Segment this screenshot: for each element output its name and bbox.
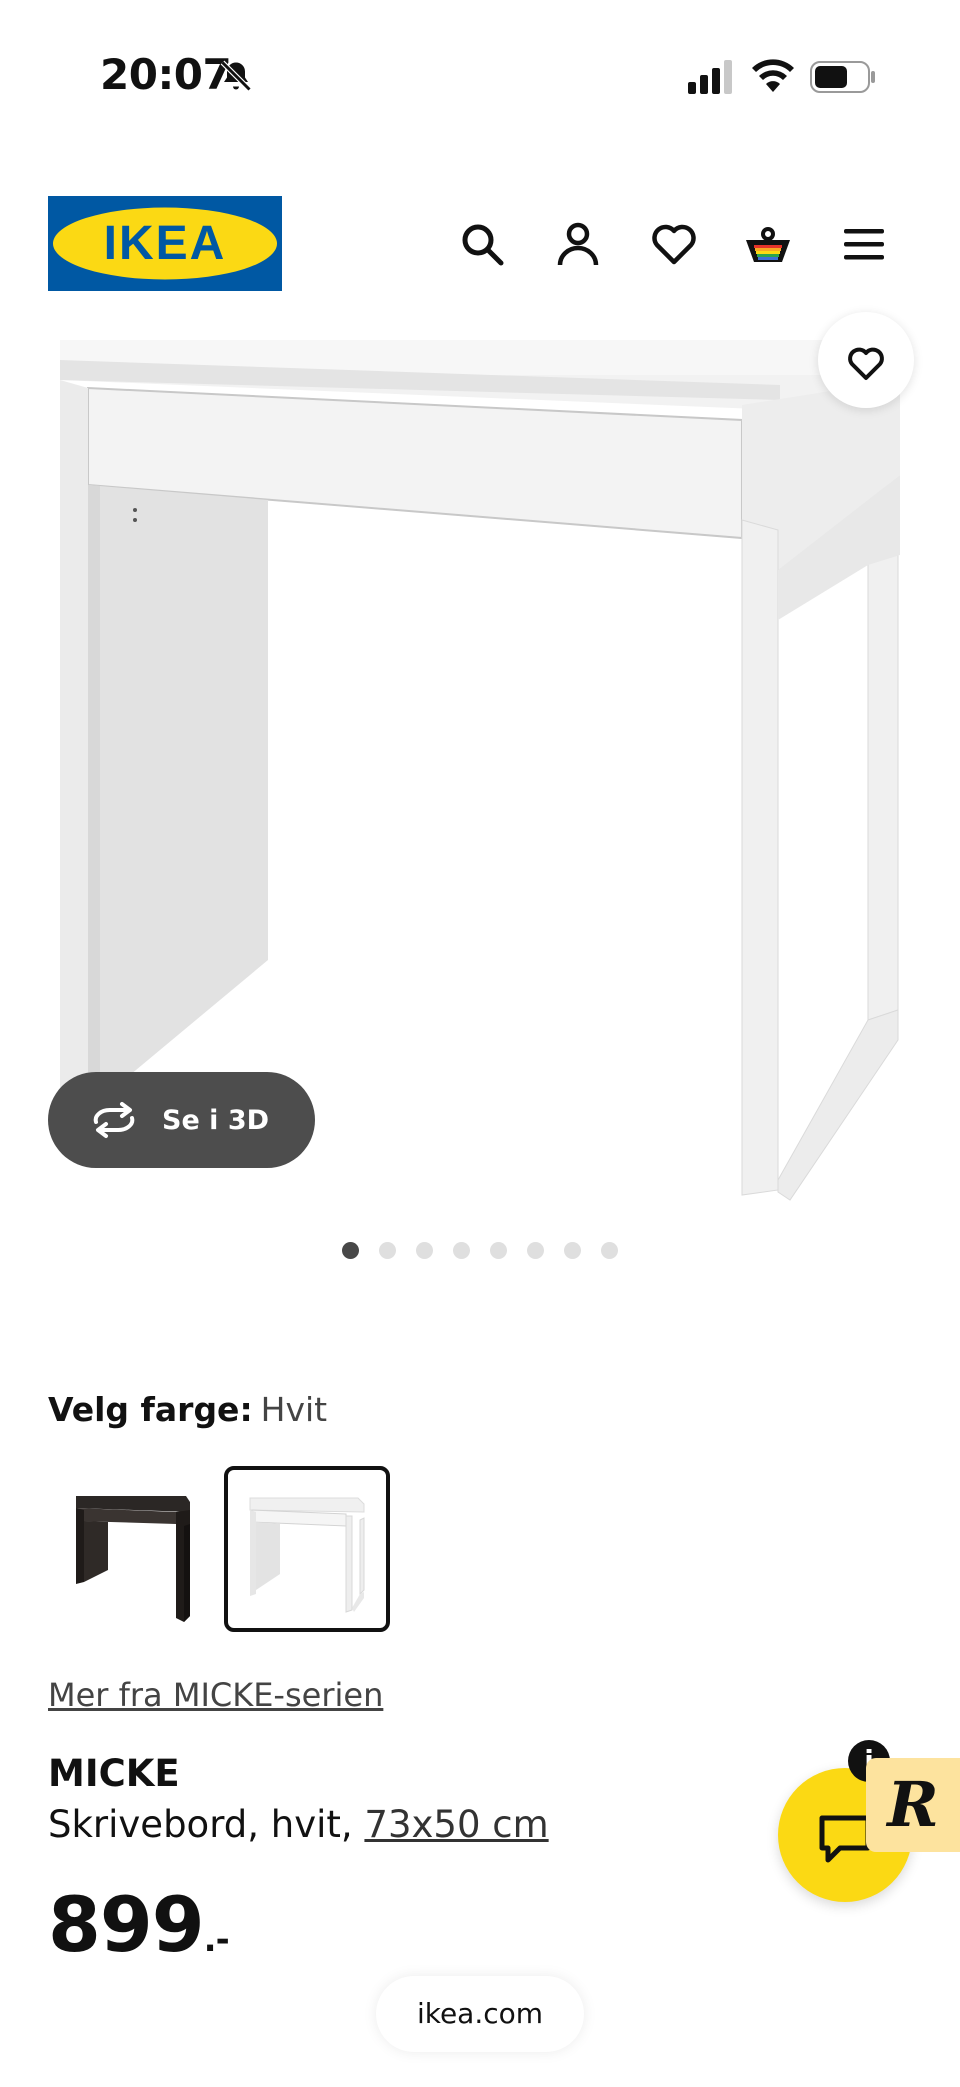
carousel-dot-6[interactable] <box>527 1242 544 1259</box>
carousel-dot-3[interactable] <box>416 1242 433 1259</box>
product-dimensions-link[interactable]: 73x50 cm <box>364 1803 548 1846</box>
color-select-heading: Velg farge: <box>48 1390 253 1429</box>
view-in-3d-label: Se i 3D <box>162 1104 270 1136</box>
search-icon[interactable] <box>458 220 506 268</box>
carousel-dot-1[interactable] <box>342 1242 359 1259</box>
product-description-text: Skrivebord, hvit, <box>48 1803 353 1846</box>
carousel-dot-7[interactable] <box>564 1242 581 1259</box>
user-icon[interactable] <box>554 220 602 268</box>
wifi-icon <box>752 59 794 92</box>
heart-icon <box>848 347 884 380</box>
bell-slash-icon <box>220 60 252 92</box>
product-name: MICKE <box>48 1752 180 1795</box>
price-suffix: .- <box>203 1920 230 1960</box>
cellular-signal-icon <box>688 60 732 94</box>
rotate-3d-icon <box>93 1102 135 1138</box>
color-option-white[interactable] <box>224 1466 390 1632</box>
save-to-favorites-button[interactable] <box>818 312 914 408</box>
image-carousel-dots <box>0 1242 960 1262</box>
reader-extension-badge[interactable]: R <box>866 1758 960 1852</box>
carousel-dot-5[interactable] <box>490 1242 507 1259</box>
logo-text: IKEA <box>104 217 227 270</box>
color-select-value: Hvit <box>260 1390 328 1429</box>
menu-icon[interactable] <box>840 220 888 268</box>
status-time: 20:07 <box>100 50 232 99</box>
color-option-black-brown[interactable] <box>58 1466 224 1632</box>
ikea-logo[interactable]: IKEA <box>48 196 282 291</box>
desk-thumbnail-white <box>249 1497 365 1613</box>
carousel-dot-4[interactable] <box>453 1242 470 1259</box>
desk-thumbnail-black <box>76 1496 190 1622</box>
product-price: 899.- <box>48 1880 230 1969</box>
battery-icon <box>810 61 875 93</box>
cart-icon[interactable] <box>744 220 792 268</box>
view-in-3d-button[interactable]: Se i 3D <box>48 1072 315 1168</box>
heart-icon[interactable] <box>650 220 698 268</box>
browser-url-bar[interactable]: ikea.com <box>376 1976 584 2052</box>
series-link[interactable]: Mer fra MICKE-serien <box>48 1676 383 1714</box>
carousel-dot-8[interactable] <box>601 1242 618 1259</box>
color-select-label: Velg farge: Hvit <box>48 1390 327 1429</box>
price-value: 899 <box>48 1880 205 1969</box>
carousel-dot-2[interactable] <box>379 1242 396 1259</box>
product-description: Skrivebord, hvit, 73x50 cm <box>48 1803 549 1846</box>
